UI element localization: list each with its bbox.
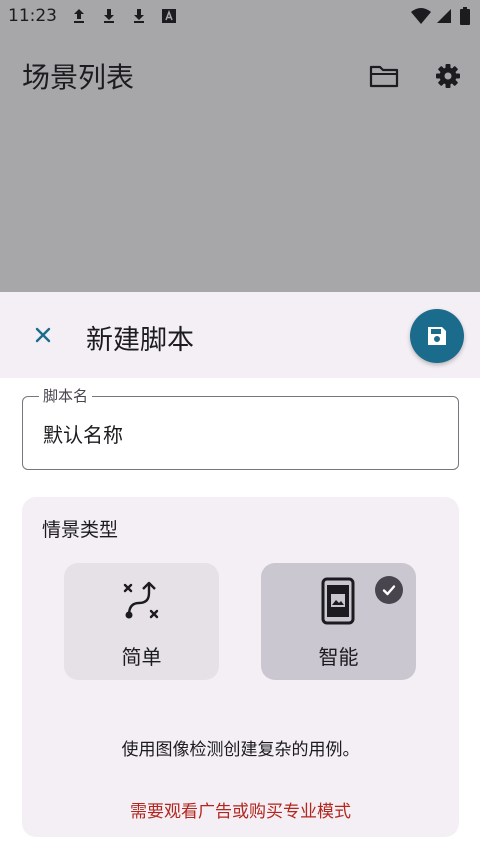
phone-image-icon (318, 577, 358, 625)
sheet-header: 新建脚本 (0, 292, 480, 378)
option-simple-label: 简单 (121, 645, 162, 669)
status-bar: 11:23 (0, 0, 480, 34)
app-bar: 场景列表 (0, 34, 480, 114)
font-notification-icon (162, 9, 176, 23)
folder-button[interactable] (366, 58, 402, 94)
script-name-label: 脚本名 (39, 385, 93, 406)
script-name-field[interactable]: 脚本名 默认名称 (22, 385, 459, 470)
download-icon (134, 9, 144, 23)
close-icon (35, 327, 51, 343)
scenario-type-card: 情景类型 简单 智能 使用图像检测创建复杂的用例。 需要观看广告或购买专业模式 (22, 497, 459, 837)
script-name-input[interactable]: 默认名称 (43, 419, 123, 448)
battery-icon (460, 7, 470, 25)
save-icon (428, 327, 446, 345)
option-simple[interactable]: 简单 (64, 563, 219, 680)
scenario-description: 使用图像检测创建复杂的用例。 (121, 740, 360, 760)
wifi-icon (411, 8, 431, 24)
folder-icon (369, 65, 399, 88)
settings-button[interactable] (430, 58, 466, 94)
option-smart[interactable]: 智能 (261, 563, 416, 680)
save-button[interactable] (410, 309, 464, 363)
sheet-title: 新建脚本 (86, 325, 194, 356)
selected-check-icon (375, 576, 403, 604)
option-smart-label: 智能 (318, 645, 359, 669)
route-icon (121, 579, 161, 623)
upgrade-notice[interactable]: 需要观看广告或购买专业模式 (22, 797, 459, 822)
scenario-type-heading: 情景类型 (42, 519, 119, 541)
signal-icon (437, 9, 451, 23)
settings-icon (436, 64, 460, 88)
download-icon (104, 9, 114, 23)
new-script-sheet: 新建脚本 脚本名 默认名称 情景类型 简单 智能 使用图像检测创建复杂的用例。 … (0, 292, 480, 853)
status-time: 11:23 (8, 6, 57, 26)
upload-icon (74, 9, 84, 23)
app-title: 场景列表 (22, 61, 135, 94)
close-button[interactable] (22, 314, 64, 356)
